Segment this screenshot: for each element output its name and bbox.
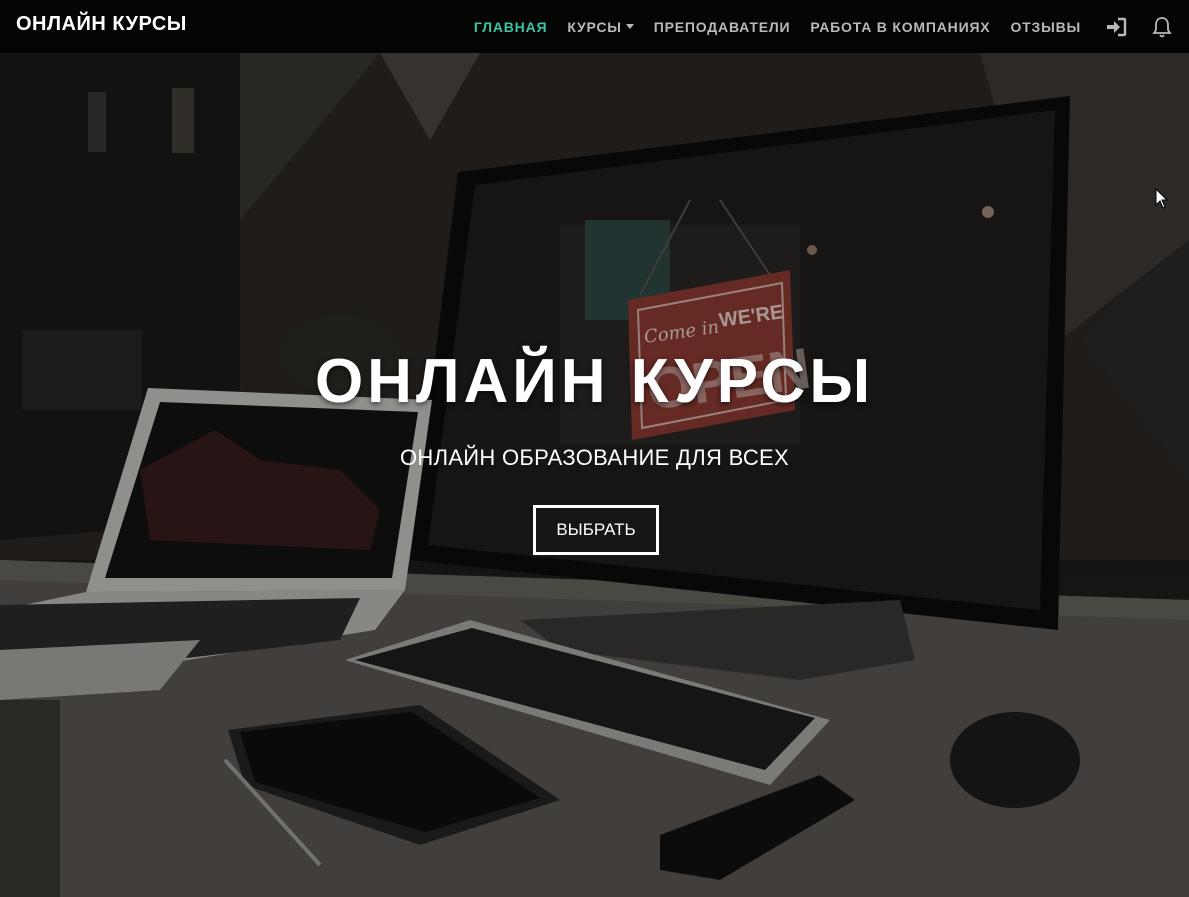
hero-title: ОНЛАЙН КУРСЫ bbox=[314, 347, 875, 416]
nav-links: ГЛАВНАЯ КУРСЫ ПРЕПОДАВАТЕЛИ РАБОТА В КОМ… bbox=[454, 0, 1173, 53]
nav-item-courses[interactable]: КУРСЫ bbox=[567, 18, 634, 35]
nav-item-company-jobs[interactable]: РАБОТА В КОМПАНИЯХ bbox=[810, 19, 990, 35]
mouse-cursor-icon bbox=[1155, 188, 1169, 209]
nav-item-courses-label: КУРСЫ bbox=[567, 18, 622, 35]
top-navbar: ОНЛАЙН КУРСЫ ГЛАВНАЯ КУРСЫ ПРЕПОДАВАТЕЛИ… bbox=[0, 0, 1189, 53]
choose-button[interactable]: ВЫБРАТЬ bbox=[533, 505, 659, 555]
chevron-down-icon bbox=[625, 24, 634, 29]
sign-in-icon[interactable] bbox=[1105, 16, 1127, 38]
brand-logo[interactable]: ОНЛАЙН КУРСЫ bbox=[16, 13, 187, 36]
nav-item-teachers[interactable]: ПРЕПОДАВАТЕЛИ bbox=[654, 19, 791, 35]
nav-item-reviews[interactable]: ОТЗЫВЫ bbox=[1010, 19, 1081, 35]
bell-icon[interactable] bbox=[1151, 16, 1173, 38]
nav-item-home[interactable]: ГЛАВНАЯ bbox=[474, 19, 548, 35]
hero-subtitle: ОНЛАЙН ОБРАЗОВАНИЕ ДЛЯ ВСЕХ bbox=[400, 445, 789, 470]
